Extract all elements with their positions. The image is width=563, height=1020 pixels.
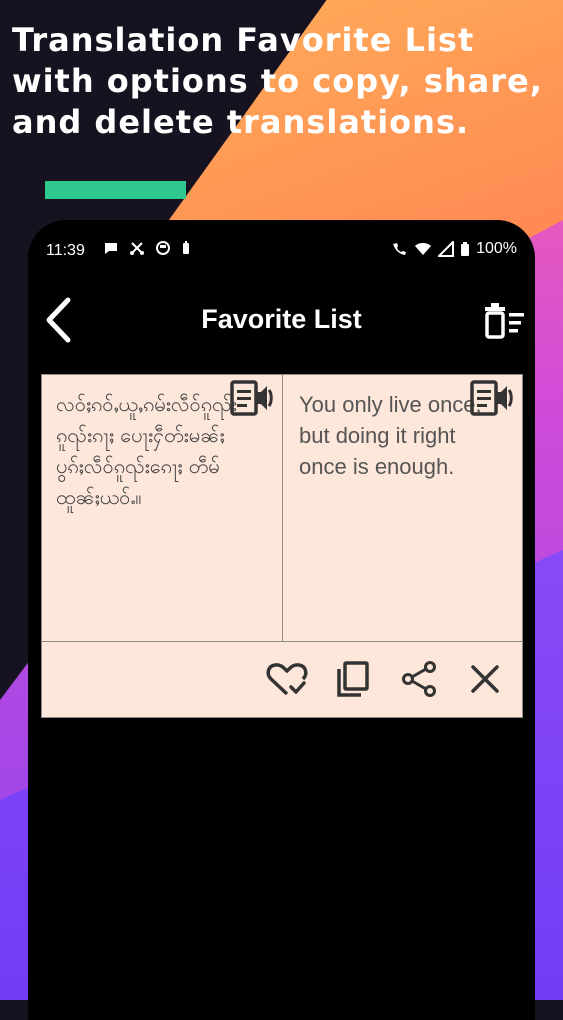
favorite-button[interactable] (264, 656, 310, 702)
speaker-note-icon (230, 380, 273, 416)
app-bar: Favorite List (28, 292, 535, 348)
share-button[interactable] (396, 656, 442, 702)
battery-small-icon (183, 241, 189, 254)
trash-list-icon (485, 303, 524, 339)
translated-text: You only live once, but doing it right o… (299, 392, 482, 479)
source-pane: လဝ်ႈၵဝ်ႇယူႇၵမ်းလဵဝ်ၵူၺ်း ၵူၺ်းၵႃႈ ပေႃးႁဵ… (42, 375, 283, 641)
favorite-card: လဝ်ႈၵဝ်ႇယူႇၵမ်းလဵဝ်ၵူၺ်း ၵူၺ်းၵႃႈ ပေႃးႁဵ… (41, 374, 523, 718)
system-icons: 100% (390, 240, 517, 258)
speak-translation-button[interactable] (468, 377, 514, 419)
speak-source-button[interactable] (228, 377, 274, 419)
wifi-icon (415, 243, 432, 255)
heart-check-icon (266, 663, 308, 696)
close-icon (471, 665, 499, 693)
scissors-icon (130, 242, 144, 255)
speaker-note-icon (470, 380, 513, 416)
promo-headline: Translation Favorite List with options t… (12, 21, 543, 141)
card-actions (264, 642, 522, 716)
source-text: လဝ်ႈၵဝ်ႇယူႇၵမ်းလဵဝ်ၵူၺ်း ၵူၺ်းၵႃႈ ပေႃးႁဵ… (56, 392, 237, 509)
notification-icons (103, 240, 191, 256)
accent-bar (45, 181, 186, 199)
wifi-call-icon (393, 243, 407, 255)
chat-icon (105, 243, 117, 254)
signal-icon (438, 241, 455, 257)
copy-button[interactable] (330, 656, 376, 702)
clear-all-button[interactable] (481, 298, 527, 344)
app-circle-icon (156, 241, 170, 255)
battery-icon (461, 242, 470, 256)
share-icon (402, 661, 436, 697)
battery-percent: 100% (476, 240, 517, 257)
delete-button[interactable] (462, 656, 508, 702)
status-time: 11:39 (46, 242, 85, 259)
page-title: Favorite List (201, 304, 362, 334)
copy-icon (337, 661, 369, 697)
translation-pane: You only live once, but doing it right o… (283, 375, 522, 641)
status-bar: 11:39 100% (28, 234, 535, 264)
phone-frame: 11:39 100% Favorite List လဝ်ႈၵဝ်ႇယူႇၵမ်း… (28, 220, 535, 1020)
